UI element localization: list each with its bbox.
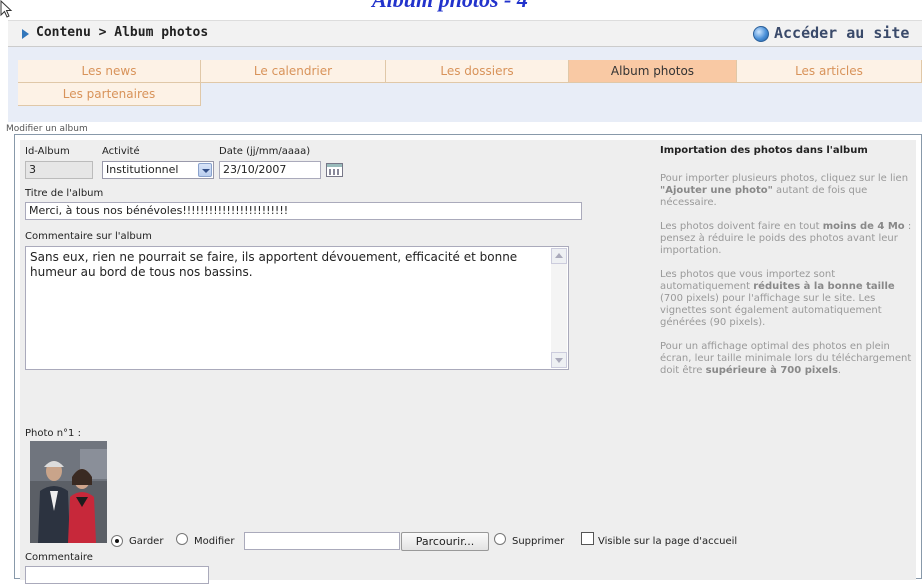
access-site-link[interactable]: Accéder au site bbox=[774, 24, 909, 42]
tab-news[interactable]: Les news bbox=[18, 60, 201, 83]
mouse-cursor-icon bbox=[0, 0, 13, 18]
breadcrumb: Contenu > Album photos bbox=[36, 25, 209, 40]
help-paragraph-2: Les photos doivent faire en tout moins d… bbox=[660, 221, 912, 256]
album-comment-label: Commentaire sur l'album bbox=[25, 231, 152, 242]
photo-thumbnail bbox=[30, 441, 107, 543]
id-album-label: Id-Album bbox=[25, 146, 70, 157]
comment-scrollbar[interactable] bbox=[551, 248, 567, 368]
browse-button[interactable]: Parcourir... bbox=[401, 532, 489, 551]
album-title-field[interactable]: Merci, à tous nos bénévoles!!!!!!!!!!!!!… bbox=[25, 202, 582, 220]
visible-homepage-checkbox[interactable] bbox=[581, 532, 594, 545]
help-panel: Importation des photos dans l'album Pour… bbox=[660, 145, 912, 389]
delete-radio[interactable] bbox=[494, 533, 506, 545]
scroll-down-icon[interactable] bbox=[551, 352, 567, 368]
tab-partenaires[interactable]: Les partenaires bbox=[18, 83, 201, 106]
page-title: Album photos - 4 bbox=[372, 0, 632, 13]
chevron-down-icon[interactable] bbox=[198, 163, 212, 177]
album-form-panel: Id-Album 3 Activité Institutionnel Date … bbox=[14, 134, 922, 584]
section-subtitle: Modifier un album bbox=[6, 124, 88, 134]
album-form: Id-Album 3 Activité Institutionnel Date … bbox=[20, 140, 916, 584]
album-title-label: Titre de l'album bbox=[25, 188, 104, 199]
help-paragraph-1: Pour importer plusieurs photos, cliquez … bbox=[660, 173, 909, 208]
header-bar: Contenu > Album photos Accéder au site bbox=[8, 20, 922, 47]
activity-label: Activité bbox=[102, 146, 140, 157]
tab-album-photos[interactable]: Album photos bbox=[569, 60, 737, 83]
tabs-bar: Les news Le calendrier Les dossiers Albu… bbox=[8, 47, 922, 122]
file-path-field[interactable] bbox=[244, 532, 400, 550]
tab-dossiers[interactable]: Les dossiers bbox=[386, 60, 569, 83]
photo-comment-label: Commentaire bbox=[25, 552, 93, 563]
photo-comment-field[interactable] bbox=[25, 566, 209, 584]
date-label: Date (jj/mm/aaaa) bbox=[219, 146, 311, 157]
keep-label: Garder bbox=[129, 536, 164, 547]
arrow-right-icon bbox=[22, 29, 29, 39]
help-paragraph-4: Pour un affichage optimal des photos en … bbox=[660, 341, 912, 376]
delete-label: Supprimer bbox=[512, 536, 565, 547]
photo-label: Photo n°1 : bbox=[25, 428, 81, 439]
scroll-up-icon[interactable] bbox=[551, 248, 567, 264]
activity-selected-value: Institutionnel bbox=[106, 163, 179, 176]
album-comment-text: Sans eux, rien ne pourrait se faire, ils… bbox=[30, 250, 518, 279]
tab-calendar[interactable]: Le calendrier bbox=[201, 60, 386, 83]
visible-homepage-label: Visible sur la page d'accueil bbox=[598, 536, 738, 547]
id-album-field: 3 bbox=[25, 161, 93, 179]
modify-radio[interactable] bbox=[176, 533, 188, 545]
modify-label: Modifier bbox=[194, 536, 235, 547]
activity-select[interactable]: Institutionnel bbox=[102, 161, 214, 179]
globe-icon[interactable] bbox=[753, 26, 769, 42]
keep-radio[interactable] bbox=[111, 535, 123, 547]
calendar-icon[interactable] bbox=[326, 163, 343, 177]
help-paragraph-3: Les photos que vous importez sont automa… bbox=[660, 269, 895, 328]
date-field[interactable]: 23/10/2007 bbox=[219, 161, 321, 179]
tab-articles[interactable]: Les articles bbox=[737, 60, 922, 83]
help-title: Importation des photos dans l'album bbox=[660, 145, 868, 156]
album-comment-textarea[interactable]: Sans eux, rien ne pourrait se faire, ils… bbox=[25, 246, 569, 370]
photo-image bbox=[30, 441, 107, 543]
